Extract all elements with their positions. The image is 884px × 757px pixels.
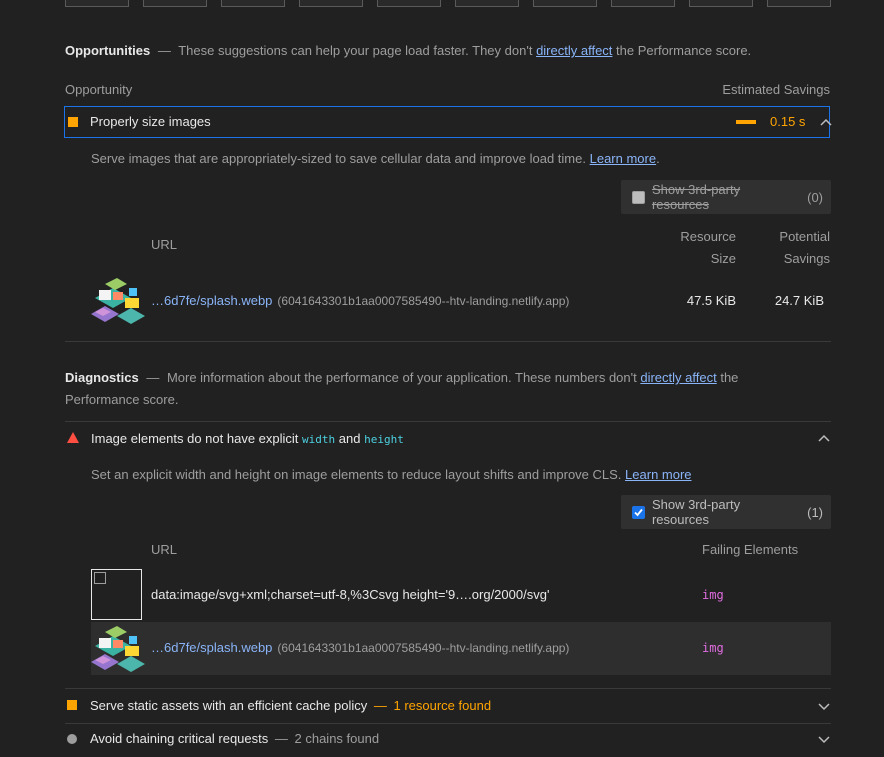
filmstrip-frame: [377, 0, 441, 7]
table-header-potential-savings: Potential Savings: [754, 226, 830, 270]
separator-dash: —: [373, 698, 387, 713]
table-header-url: URL: [151, 542, 178, 557]
filmstrip-frame: [689, 0, 753, 7]
warning-square-icon: [67, 700, 77, 710]
audit-properly-size-images[interactable]: Properly size images 0.15 s: [64, 106, 833, 138]
section-description-suffix: the: [720, 370, 739, 385]
table-header-resource-size: Resource Size: [660, 226, 736, 270]
third-party-filter[interactable]: Show 3rd-party resources (0): [621, 180, 831, 214]
section-title: Diagnostics: [65, 370, 139, 385]
third-party-count: (0): [807, 189, 823, 205]
section-title: Opportunities: [65, 43, 151, 58]
chevron-down-icon[interactable]: [817, 734, 831, 744]
audit-title-and: and: [338, 431, 361, 446]
section-description-suffix: Performance score.: [65, 392, 179, 407]
resource-url[interactable]: …6d7fe/splash.webp (6041643301b1aa0007585…: [151, 293, 569, 308]
audit-title: Properly size images: [90, 114, 211, 129]
divider: [65, 341, 831, 342]
third-party-label: Show 3rd-party resources: [651, 182, 741, 212]
section-description: More information about the performance o…: [166, 370, 637, 385]
checkmark-icon: [634, 508, 643, 516]
chevron-down-icon[interactable]: [817, 701, 831, 711]
filmstrip-frame: [65, 0, 129, 7]
directly-affect-link[interactable]: directly affect: [536, 43, 612, 58]
splash-thumbnail-icon: [91, 278, 145, 324]
column-header-savings: Estimated Savings: [722, 82, 830, 97]
filmstrip-frame: [299, 0, 363, 7]
third-party-filter[interactable]: Show 3rd-party resources (1): [621, 495, 831, 529]
audit-title: Image elements do not have explicit widt…: [91, 431, 404, 446]
resource-url: data:image/svg+xml;charset=utf-8,%3Csvg …: [151, 587, 550, 602]
splash-thumbnail-icon: [91, 626, 145, 672]
separator-dash: —: [146, 370, 160, 385]
opportunities-header: Opportunities — These suggestions can he…: [65, 43, 751, 58]
third-party-checkbox[interactable]: [632, 190, 645, 204]
audit-title-text: Serve static assets with an efficient ca…: [90, 698, 368, 713]
section-description-suffix: the Performance score.: [616, 43, 752, 58]
failing-element: img: [702, 641, 724, 655]
third-party-label: Show 3rd-party resources: [651, 497, 741, 527]
filmstrip-frame: [533, 0, 597, 7]
audit-cache-policy[interactable]: Serve static assets with an efficient ca…: [65, 689, 831, 722]
audit-unsized-images[interactable]: Image elements do not have explicit widt…: [65, 422, 831, 454]
filmstrip-frame: [221, 0, 285, 7]
table-row: data:image/svg+xml;charset=utf-8,%3Csvg …: [91, 569, 831, 622]
audit-description: Set an explicit width and height on imag…: [91, 467, 692, 482]
audit-summary: 1 resource found: [393, 698, 492, 713]
code-width: width: [302, 433, 336, 446]
section-description: These suggestions can help your page loa…: [178, 43, 533, 58]
audit-savings: 0.15 s: [770, 114, 806, 129]
column-header-opportunity: Opportunity: [65, 82, 133, 97]
url-host: (6041643301b1aa0007585490--htv-landing.n…: [277, 294, 570, 308]
filmstrip-frame: [611, 0, 675, 7]
table-row: …6d7fe/splash.webp (6041643301b1aa0007585…: [91, 622, 831, 675]
chevron-up-icon[interactable]: [819, 117, 833, 127]
diagnostics-header: Diagnostics — More information about the…: [65, 367, 765, 411]
url-path[interactable]: …6d7fe/splash.webp: [151, 293, 272, 308]
third-party-count: (1): [807, 504, 823, 520]
audit-title-text: Image elements do not have explicit: [91, 431, 299, 446]
third-party-checkbox[interactable]: [632, 505, 645, 519]
filmstrip-frame: [143, 0, 207, 7]
header-line: Potential: [779, 229, 830, 244]
filmstrip-frame: [767, 0, 831, 7]
url-path[interactable]: …6d7fe/splash.webp: [151, 640, 272, 655]
learn-more-link[interactable]: Learn more: [590, 151, 656, 166]
chevron-up-icon[interactable]: [817, 433, 831, 443]
table-row: …6d7fe/splash.webp (6041643301b1aa0007585…: [91, 276, 831, 326]
broken-image-icon: [91, 569, 142, 620]
audit-description-text: Set an explicit width and height on imag…: [91, 467, 622, 482]
url-host: (6041643301b1aa0007585490--htv-landing.n…: [277, 641, 570, 655]
code-height: height: [364, 433, 404, 446]
fail-triangle-icon: [67, 432, 79, 443]
info-circle-icon: [67, 734, 77, 744]
resource-size: 47.5 KiB: [686, 293, 736, 308]
table-header-failing-elements: Failing Elements: [702, 542, 799, 557]
audit-title: Serve static assets with an efficient ca…: [90, 698, 491, 713]
savings-bar: [736, 120, 756, 124]
audit-critical-chains[interactable]: Avoid chaining critical requests — 2 cha…: [65, 724, 831, 757]
separator-dash: —: [157, 43, 171, 58]
learn-more-link[interactable]: Learn more: [625, 467, 691, 482]
audit-description-text: Serve images that are appropriately-size…: [91, 151, 586, 166]
filmstrip-frame: [455, 0, 519, 7]
resource-url[interactable]: …6d7fe/splash.webp (6041643301b1aa0007585…: [151, 640, 569, 655]
table-header-url: URL: [151, 237, 178, 252]
header-line: Resource: [680, 229, 736, 244]
directly-affect-link[interactable]: directly affect: [640, 370, 716, 385]
header-line: Savings: [783, 251, 830, 266]
warning-square-icon: [68, 117, 78, 127]
potential-savings: 24.7 KiB: [774, 293, 824, 308]
header-line: Size: [710, 251, 736, 266]
period: .: [656, 151, 660, 166]
failing-element: img: [702, 588, 724, 602]
audit-description: Serve images that are appropriately-size…: [91, 151, 660, 166]
